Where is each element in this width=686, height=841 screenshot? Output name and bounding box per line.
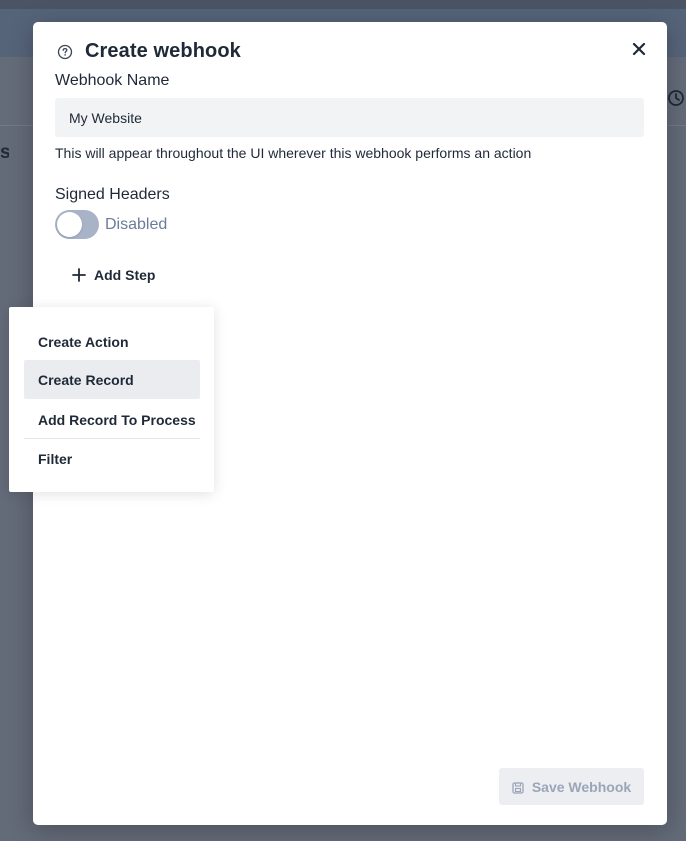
modal-header: Create webhook xyxy=(57,40,241,63)
modal-title: Create webhook xyxy=(85,40,241,62)
save-webhook-label: Save Webhook xyxy=(531,778,632,795)
signed-headers-label: Signed Headers xyxy=(55,186,170,203)
save-webhook-button[interactable]: Save Webhook xyxy=(499,768,644,805)
background-topbar xyxy=(0,0,686,9)
help-icon[interactable] xyxy=(57,44,73,60)
add-step-label: Add Step xyxy=(94,267,156,283)
plus-icon xyxy=(72,268,86,282)
menu-item-create-record[interactable]: Create Record xyxy=(24,360,200,399)
signed-headers-state: Disabled xyxy=(105,216,168,233)
close-icon[interactable] xyxy=(631,41,647,57)
save-icon xyxy=(512,781,524,794)
clock-icon xyxy=(666,88,686,108)
webhook-name-help-text: This will appear throughout the UI where… xyxy=(55,145,532,161)
add-step-menu: Create Action Create Record Add Record T… xyxy=(9,307,214,492)
menu-item-filter[interactable]: Filter xyxy=(24,439,200,478)
menu-item-add-record-to-process[interactable]: Add Record To Process xyxy=(24,400,200,439)
signed-headers-toggle[interactable] xyxy=(55,210,99,239)
menu-item-create-action[interactable]: Create Action xyxy=(24,322,200,361)
toggle-knob xyxy=(57,212,82,237)
add-step-button[interactable]: Add Step xyxy=(72,267,155,283)
background-edge-text: s xyxy=(0,142,9,163)
webhook-name-label: Webhook Name xyxy=(55,72,170,89)
webhook-name-input[interactable] xyxy=(55,98,644,137)
